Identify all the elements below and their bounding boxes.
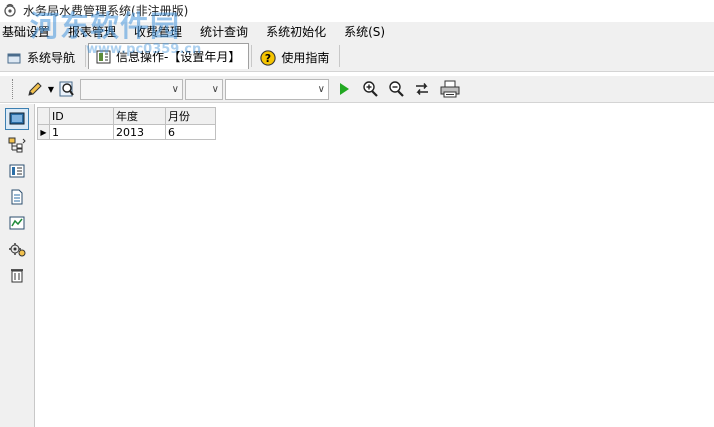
tab-divider bbox=[339, 45, 341, 67]
column-header-year[interactable]: 年度 bbox=[113, 107, 166, 125]
filter-operator-combo[interactable]: ∨ bbox=[185, 78, 223, 100]
zoom-out-button[interactable] bbox=[385, 78, 407, 100]
tab-user-guide-label: 使用指南 bbox=[281, 51, 330, 65]
cell-month[interactable]: 6 bbox=[165, 124, 216, 140]
edit-dropdown-arrow[interactable]: ▼ bbox=[46, 78, 56, 100]
play-icon bbox=[340, 83, 349, 95]
column-header-month[interactable]: 月份 bbox=[165, 107, 216, 125]
zoom-in-button[interactable] bbox=[359, 78, 381, 100]
side-document-button[interactable] bbox=[5, 186, 29, 208]
tree-structure-icon bbox=[8, 137, 26, 153]
tab-divider bbox=[251, 45, 253, 67]
toolbar-grip[interactable] bbox=[12, 79, 16, 99]
help-icon: ? bbox=[260, 49, 277, 66]
gear-icon bbox=[9, 243, 26, 257]
cell-id[interactable]: 1 bbox=[49, 124, 114, 140]
menu-statistics-query[interactable]: 统计查询 bbox=[191, 22, 257, 42]
tab-divider bbox=[85, 45, 87, 67]
document-icon bbox=[11, 189, 23, 205]
side-delete-button[interactable] bbox=[5, 264, 29, 286]
menu-fee-management[interactable]: 收费管理 bbox=[125, 22, 191, 42]
printer-icon bbox=[440, 80, 460, 98]
menu-bar: 基础设置 报表管理 收费管理 统计查询 系统初始化 系统(S) bbox=[0, 22, 714, 42]
data-grid-area: ID 年度 月份 ▶ 1 2013 6 bbox=[36, 104, 714, 427]
info-panel-icon bbox=[95, 49, 111, 65]
chart-icon bbox=[9, 216, 25, 230]
side-grid-view-button[interactable] bbox=[5, 108, 29, 130]
magnifier-document-icon bbox=[59, 81, 74, 97]
grid-header-row: ID 年度 月份 bbox=[37, 107, 216, 125]
chevron-down-icon: ∨ bbox=[171, 83, 179, 95]
tab-info-operation[interactable]: 信息操作-【设置年月】 bbox=[88, 43, 250, 69]
side-tree-button[interactable] bbox=[5, 134, 29, 156]
row-indicator[interactable]: ▶ bbox=[37, 124, 50, 140]
menu-system-init[interactable]: 系统初始化 bbox=[257, 22, 335, 42]
monitor-icon bbox=[9, 112, 25, 125]
zoom-in-icon bbox=[363, 81, 378, 97]
menu-basic-settings[interactable]: 基础设置 bbox=[0, 22, 59, 42]
refresh-button[interactable] bbox=[411, 78, 433, 100]
data-grid: ID 年度 月份 ▶ 1 2013 6 bbox=[37, 107, 216, 140]
chevron-down-icon: ∨ bbox=[317, 83, 325, 95]
side-chart-button[interactable] bbox=[5, 212, 29, 234]
filter-value-combo[interactable]: ∨ bbox=[225, 78, 329, 100]
chevron-down-icon: ∨ bbox=[211, 83, 219, 95]
window-title: 水务局水费管理系统(非注册版) bbox=[23, 3, 189, 18]
side-settings-button[interactable] bbox=[5, 238, 29, 260]
navigation-icon bbox=[6, 50, 22, 66]
filter-field-combo[interactable]: ∨ bbox=[80, 78, 183, 100]
tab-strip: 系统导航 信息操作-【设置年月】 ? 使用指南 bbox=[0, 42, 714, 72]
edit-button[interactable] bbox=[24, 78, 46, 100]
tab-navigation-label: 系统导航 bbox=[27, 51, 76, 65]
title-bar: 水务局水费管理系统(非注册版) bbox=[0, 0, 714, 20]
tab-info-operation-label: 信息操作-【设置年月】 bbox=[116, 50, 241, 64]
preview-button[interactable] bbox=[56, 78, 78, 100]
menu-report-management[interactable]: 报表管理 bbox=[59, 22, 125, 42]
pencil-icon bbox=[28, 82, 42, 96]
refresh-arrows-icon bbox=[416, 83, 428, 95]
cell-year[interactable]: 2013 bbox=[113, 124, 166, 140]
column-header-id[interactable]: ID bbox=[49, 107, 114, 125]
side-form-button[interactable] bbox=[5, 160, 29, 182]
toolbar: ▼ ∨ ∨ ∨ bbox=[0, 75, 714, 103]
table-row[interactable]: ▶ 1 2013 6 bbox=[37, 124, 216, 140]
tab-navigation[interactable]: 系统导航 bbox=[0, 44, 83, 71]
run-query-button[interactable] bbox=[333, 78, 355, 100]
trash-icon bbox=[11, 269, 23, 283]
form-list-icon bbox=[9, 164, 25, 178]
print-button[interactable] bbox=[439, 78, 461, 100]
zoom-out-icon bbox=[389, 81, 404, 97]
app-icon bbox=[1, 1, 19, 19]
tab-user-guide[interactable]: ? 使用指南 bbox=[254, 44, 337, 71]
svg-text:?: ? bbox=[265, 52, 271, 65]
row-indicator-header[interactable] bbox=[37, 107, 50, 125]
menu-system[interactable]: 系统(S) bbox=[335, 22, 394, 42]
left-side-toolbar bbox=[0, 104, 35, 427]
